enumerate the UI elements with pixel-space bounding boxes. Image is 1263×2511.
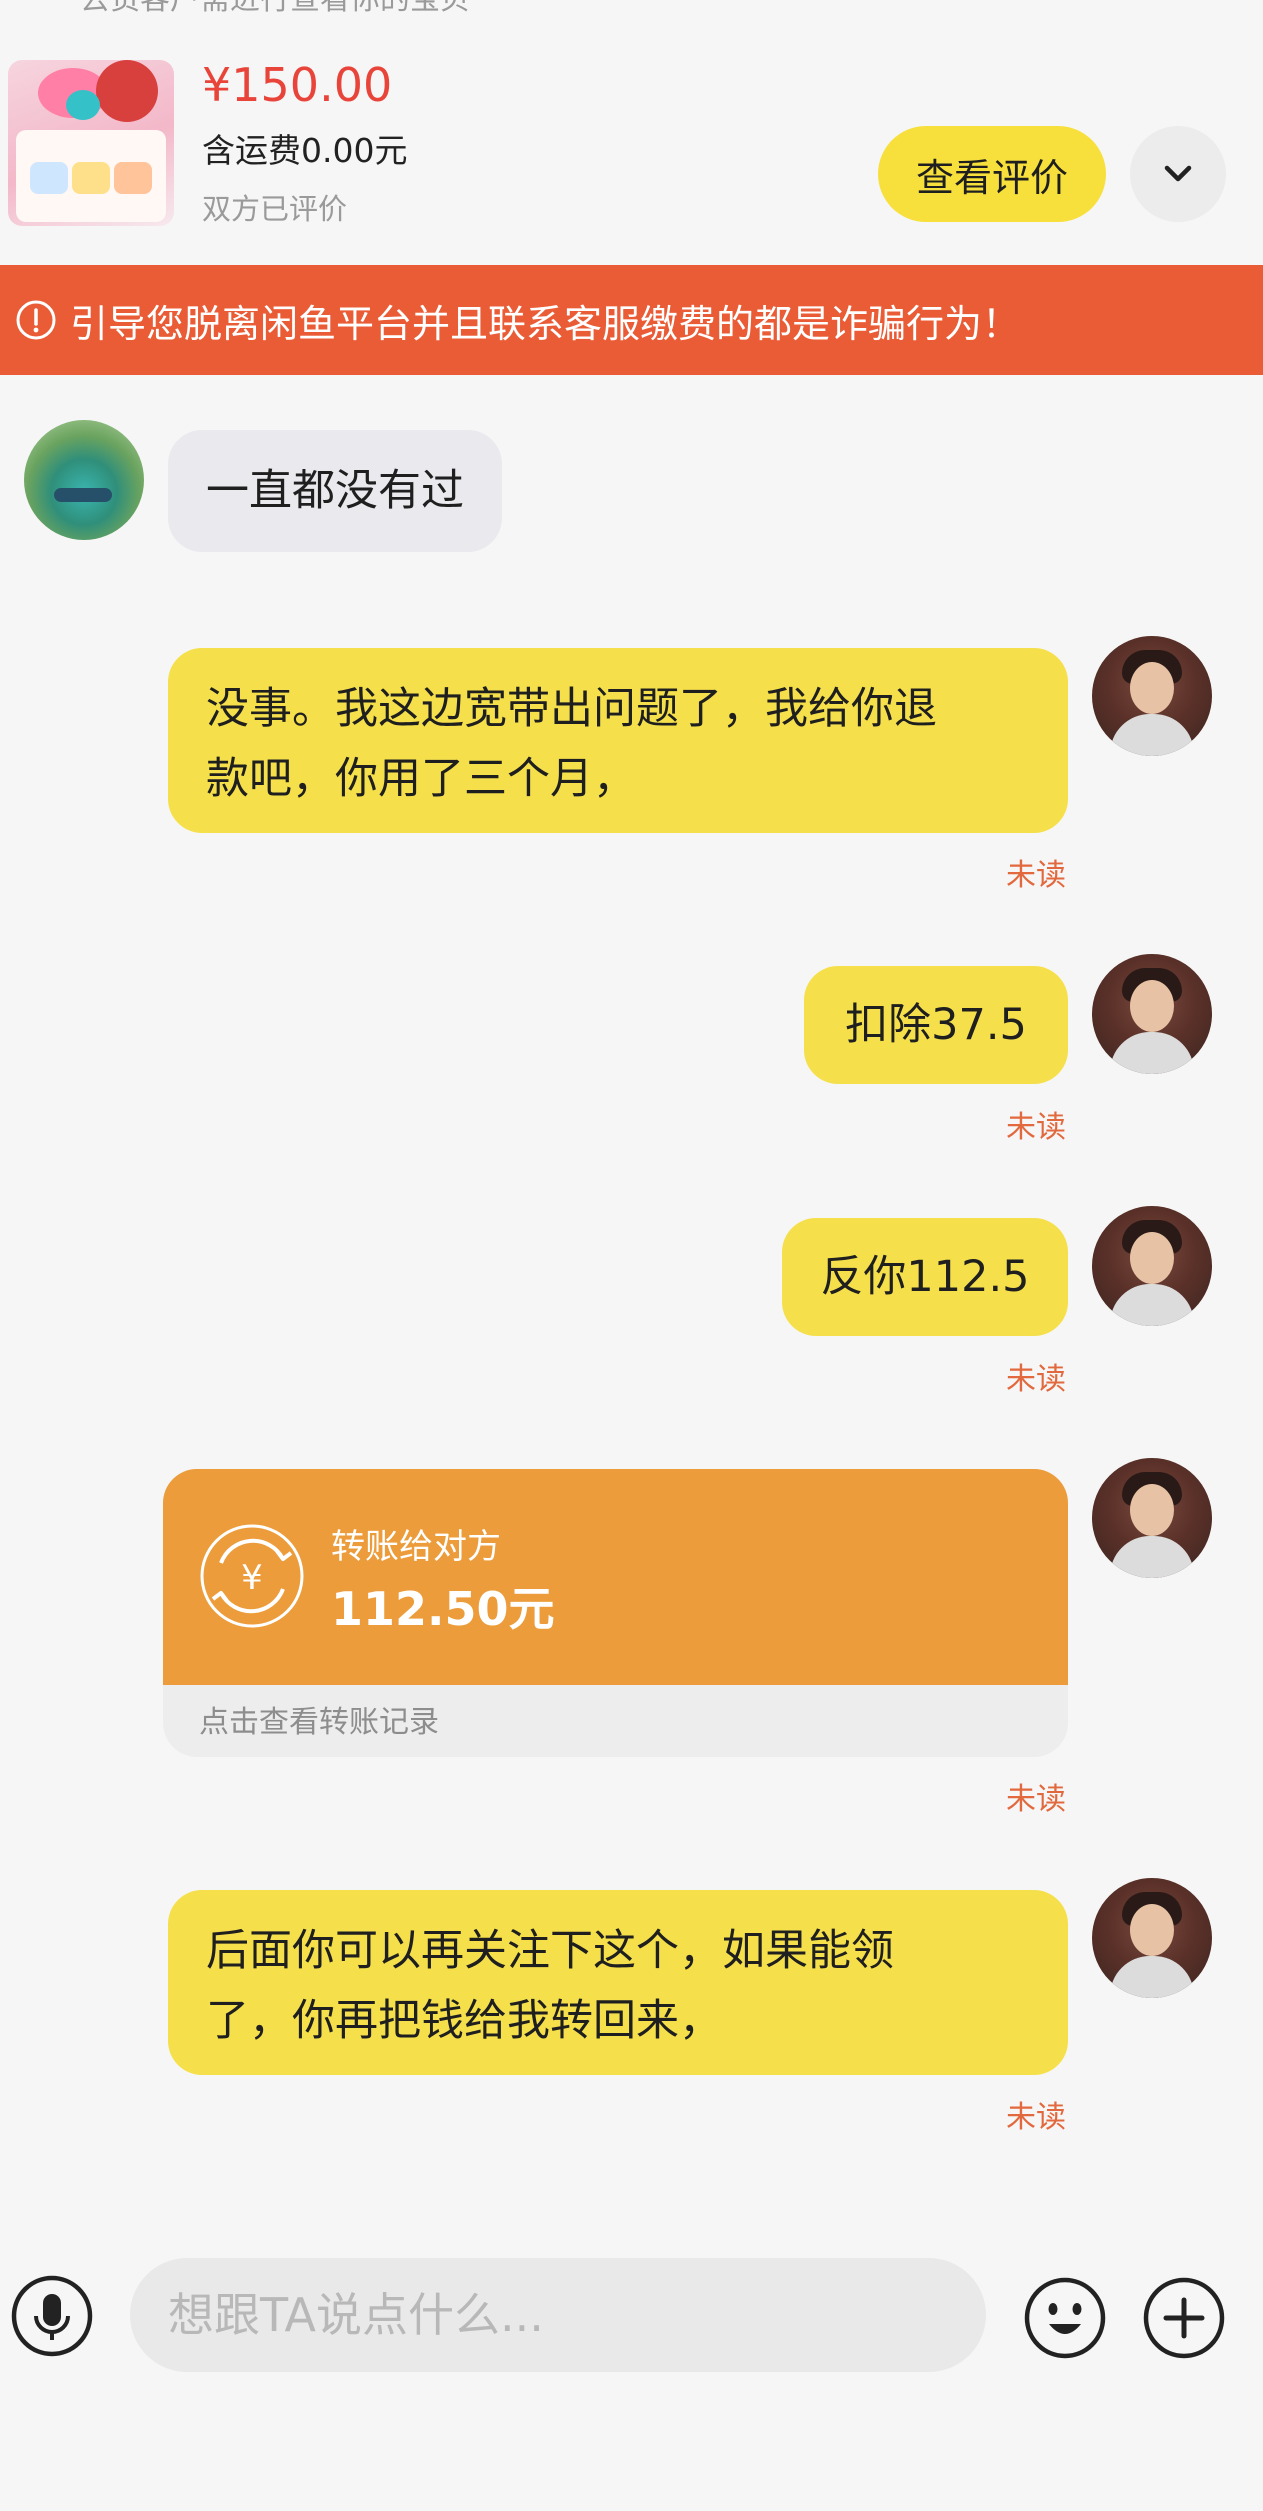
my-avatar[interactable] [1092,954,1212,1074]
message-bubble[interactable]: 扣除37.5 [804,966,1068,1084]
message-line: 后面你可以再关注下这个，如果能领 [206,1926,894,1976]
product-price: ¥150.00 [202,58,393,112]
unread-status: 未读 [1006,2100,1066,2135]
message-bubble[interactable]: 反你112.5 [782,1218,1068,1336]
microphone-icon[interactable] [10,2274,94,2358]
product-thumbnail[interactable] [8,60,174,226]
my-avatar[interactable] [1092,1458,1212,1578]
expand-button[interactable] [1130,126,1226,222]
unread-status: 未读 [1006,1782,1066,1817]
message-line: 款吧，你用了三个月， [206,754,636,804]
message-input[interactable] [166,2287,986,2343]
unread-status: 未读 [1006,1362,1066,1397]
plus-icon[interactable] [1142,2276,1226,2360]
unread-status: 未读 [1006,858,1066,893]
chevron-down-icon [1164,165,1192,182]
message-bubble[interactable]: 没事。我这边宽带出问题了，我给你退 款吧，你用了三个月， [168,648,1068,833]
transfer-label: 转账给对方 [331,1527,501,1567]
peer-avatar[interactable] [24,420,144,540]
fraud-warning-banner: 引导您脱离闲鱼平台并且联系客服缴费的都是诈骗行为！ [0,265,1263,375]
partially-visible-notice: 去货客户需进行查看你的宝贝 [80,0,470,18]
review-status: 双方已评价 [202,192,348,226]
shipping-fee: 含运费0.00元 [202,131,408,170]
emoji-icon[interactable] [1023,2276,1107,2360]
message-bubble[interactable]: 一直都没有过 [168,430,502,552]
transfer-card[interactable]: ¥ 转账给对方 112.50元 点击查看转账记录 [163,1469,1068,1757]
yen-transfer-icon: ¥ [200,1524,304,1628]
svg-text:¥: ¥ [241,1558,263,1598]
warning-text: 引导您脱离闲鱼平台并且联系客服缴费的都是诈骗行为！ [70,301,1021,346]
warning-icon [16,300,56,340]
message-line: 了，你再把钱给我转回来， [206,1996,722,2046]
my-avatar[interactable] [1092,1878,1212,1998]
message-line: 没事。我这边宽带出问题了，我给你退 [206,684,937,734]
message-input-field[interactable] [130,2258,986,2372]
my-avatar[interactable] [1092,1206,1212,1326]
transfer-record-link[interactable]: 点击查看转账记录 [199,1697,439,1741]
message-bubble[interactable]: 后面你可以再关注下这个，如果能领 了，你再把钱给我转回来， [168,1890,1068,2075]
my-avatar[interactable] [1092,636,1212,756]
transfer-amount: 112.50元 [331,1582,555,1636]
view-review-button[interactable]: 查看评价 [878,126,1106,222]
unread-status: 未读 [1006,1110,1066,1145]
